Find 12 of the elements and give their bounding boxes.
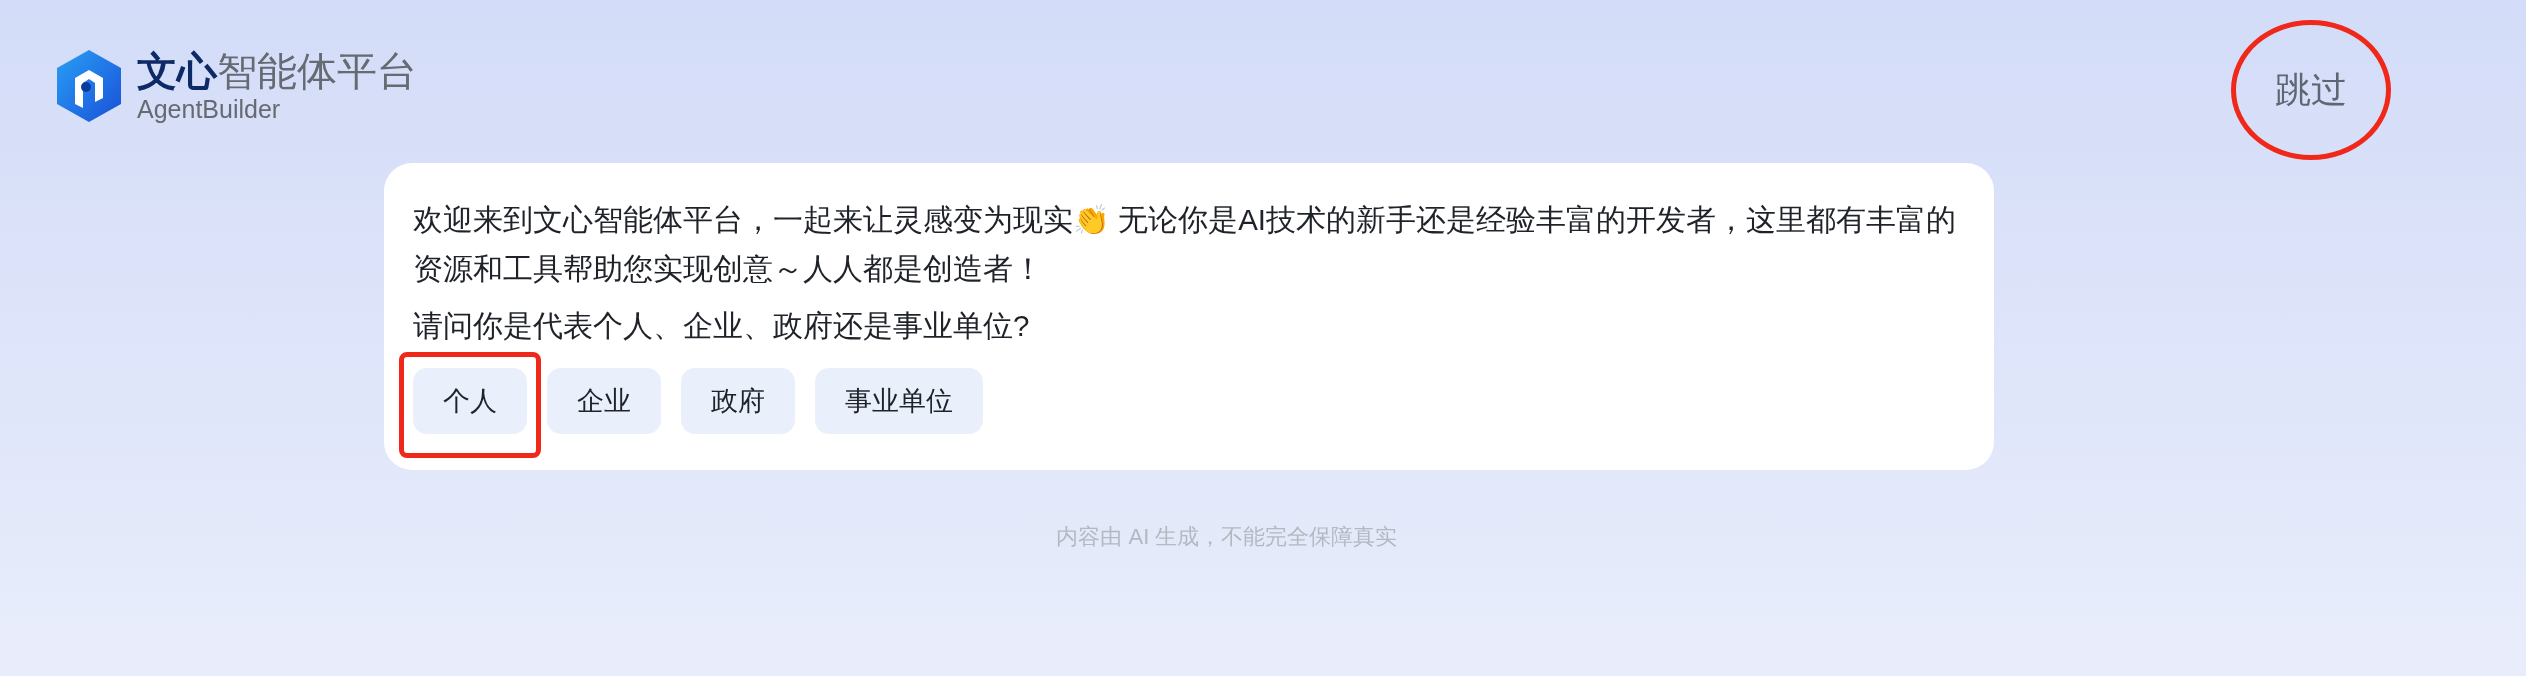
logo-subtitle: AgentBuilder — [137, 94, 282, 124]
disclaimer-text: 内容由 AI 生成，不能完全保障真实 — [1056, 523, 1398, 551]
option-button[interactable]: 事业单位 — [815, 368, 983, 434]
logo-icon — [55, 48, 123, 124]
skip-button[interactable]: 跳过 — [2231, 20, 2391, 160]
option-button[interactable]: 个人 — [413, 368, 527, 434]
option-button[interactable]: 企业 — [547, 368, 661, 434]
product-name: 智能体平台 — [217, 48, 417, 94]
brand-name: 文心 — [137, 48, 217, 94]
option-button[interactable]: 政府 — [681, 368, 795, 434]
message-text: 请问你是代表个人、企业、政府还是事业单位? — [413, 308, 1031, 344]
message-text: 欢迎来到文心智能体平台，一起来让灵感变为现实👏 无论你是AI技术的新手还是经验丰富的开发者，这里都有丰富的资源和工具帮助您实现创意～人人都是创造者！ — [413, 202, 1958, 287]
